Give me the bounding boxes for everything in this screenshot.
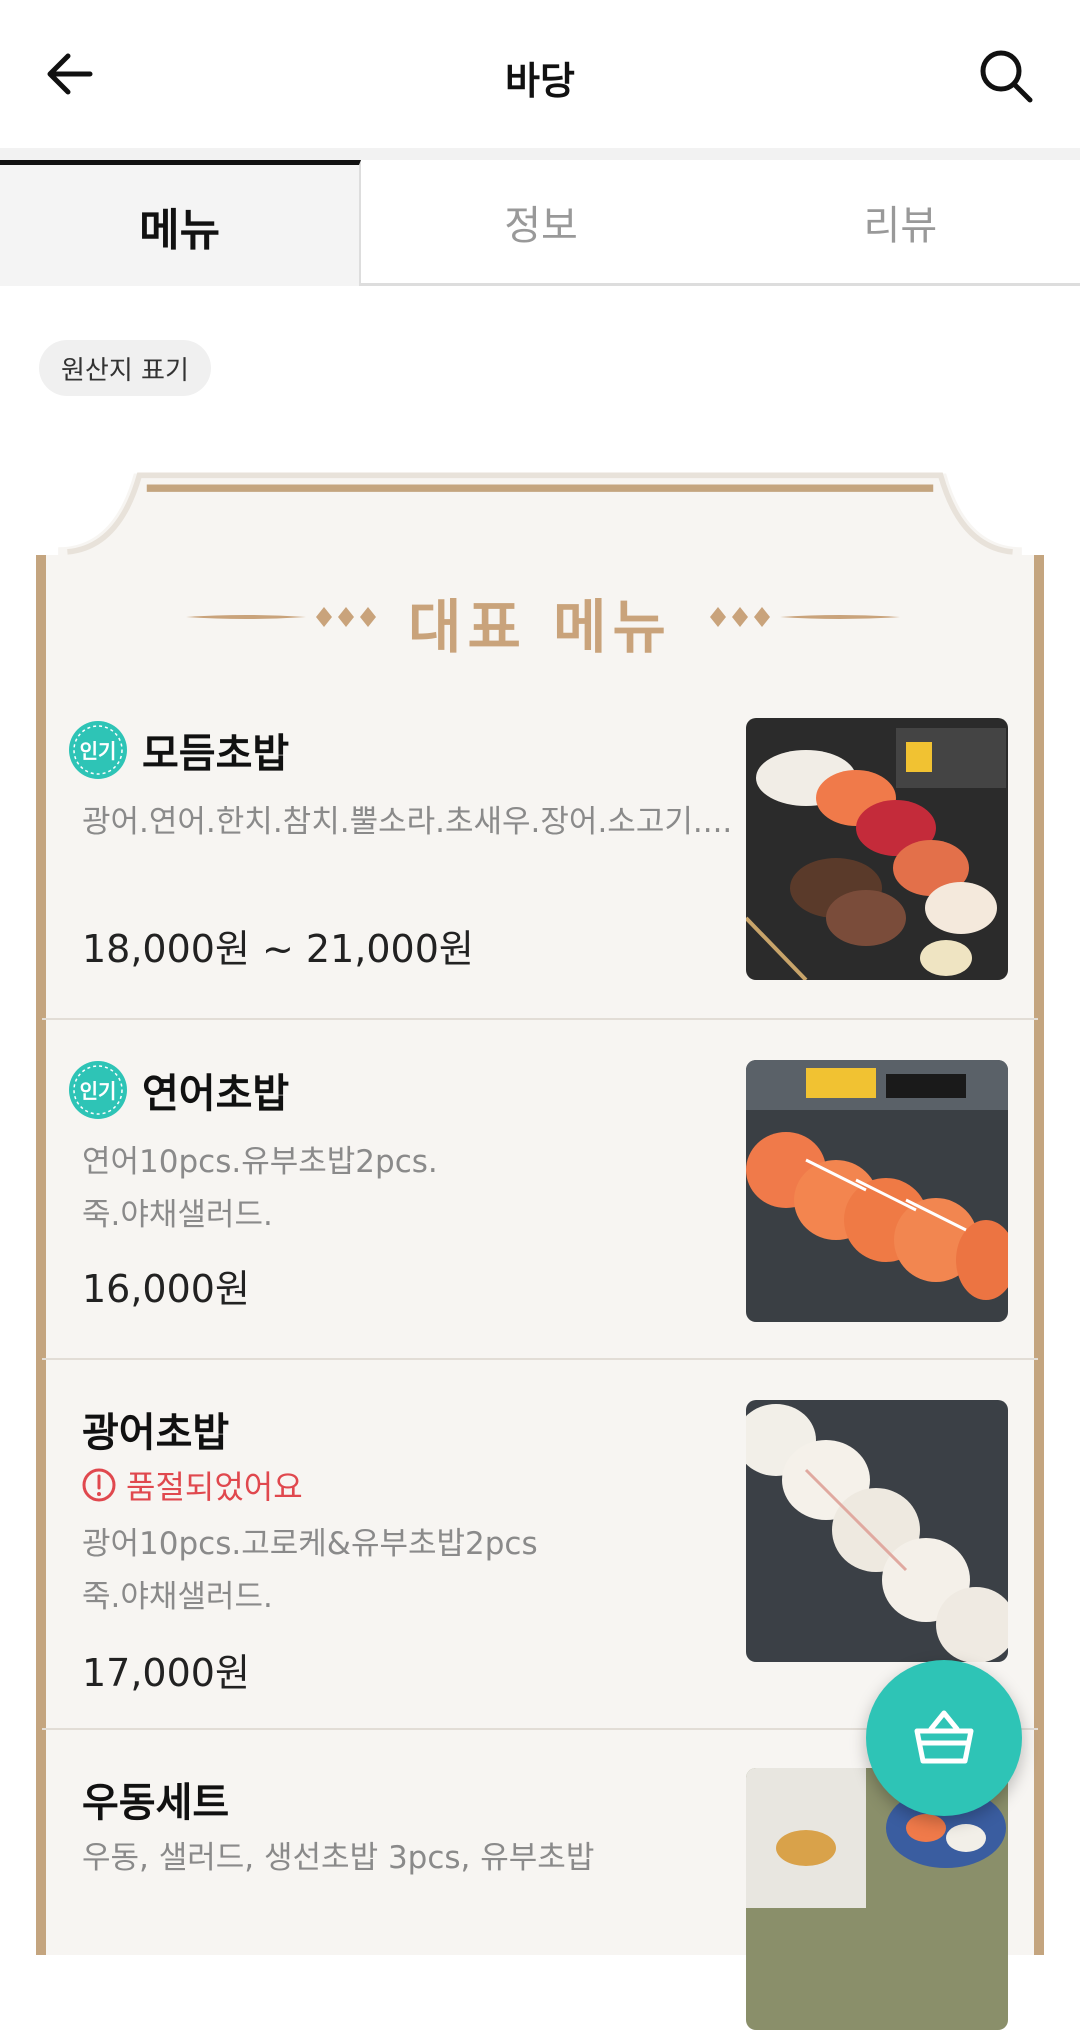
menu-price: 18,000원 ~ 21,000원: [82, 927, 474, 971]
origin-label-chip[interactable]: 원산지 표기: [39, 340, 211, 396]
menu-name-row: 광어초밥: [68, 1400, 229, 1458]
menu-description: 광어.연어.한치.참치.뿔소라.초새우.장어.소고기....: [82, 804, 733, 840]
title-ornament-right: [710, 607, 900, 627]
menu-photo: [746, 1400, 1008, 1662]
menu-description: 연어10pcs.유부초밥2pcs. 죽.야채샐러드.: [82, 1144, 438, 1233]
menu-name: 연어초밥: [142, 1071, 290, 1117]
tab-review[interactable]: 리뷰: [720, 160, 1080, 286]
menu-name: 우동세트: [82, 1780, 230, 1826]
menu-price: 17,000원: [82, 1651, 250, 1695]
menu-item-flatfish-sushi[interactable]: 광어초밥 품절되었어요 광어10pcs.고로케&유부초밥2pcs 죽.야채샐러드…: [42, 1360, 1038, 1730]
search-button[interactable]: [976, 46, 1036, 106]
menu-description: 광어10pcs.고로케&유부초밥2pcs 죽.야채샐러드.: [82, 1526, 538, 1615]
menu-name-row: 우동세트: [68, 1770, 229, 1828]
menu-photo: [746, 718, 1008, 980]
menu-price: 16,000원: [82, 1267, 250, 1311]
tab-info[interactable]: 정보: [361, 160, 721, 286]
section-title: 대표 메뉴: [408, 593, 672, 661]
sold-out-text: 품절되었어요: [126, 1468, 303, 1506]
popular-badge-icon: 인기: [69, 721, 127, 779]
menu-name: 모듬초밥: [142, 731, 290, 777]
page-title: 바당: [505, 59, 575, 103]
menu-description: 우동, 샐러드, 생선초밥 3pcs, 유부초밥: [82, 1840, 595, 1876]
alert-circle-icon: [82, 1468, 116, 1502]
popular-badge-text: 인기: [80, 1079, 117, 1103]
menu-item-assorted-sushi[interactable]: 인기 모듬초밥 광어.연어.한치.참치.뿔소라.초새우.장어.소고기.... 1…: [42, 690, 1038, 1020]
menu-item-salmon-sushi[interactable]: 인기 연어초밥 연어10pcs.유부초밥2pcs. 죽.야채샐러드. 16,00…: [42, 1020, 1038, 1360]
sold-out-status: 품절되었어요: [82, 1462, 303, 1508]
menu-photo: [746, 1060, 1008, 1322]
menu-name: 광어초밥: [82, 1410, 230, 1456]
menu-name-row: 인기 모듬초밥: [68, 720, 289, 780]
popular-badge-icon: 인기: [69, 1061, 127, 1119]
cart-button[interactable]: [866, 1660, 1022, 1816]
tab-bar: 메뉴 정보 리뷰: [0, 160, 1080, 286]
tab-menu[interactable]: 메뉴: [0, 160, 362, 286]
search-icon: [980, 50, 1033, 103]
menu-name-row: 인기 연어초밥: [68, 1060, 289, 1120]
basket-icon: [914, 1710, 974, 1764]
app-header: 바당: [0, 0, 1080, 148]
popular-badge-text: 인기: [80, 739, 117, 763]
